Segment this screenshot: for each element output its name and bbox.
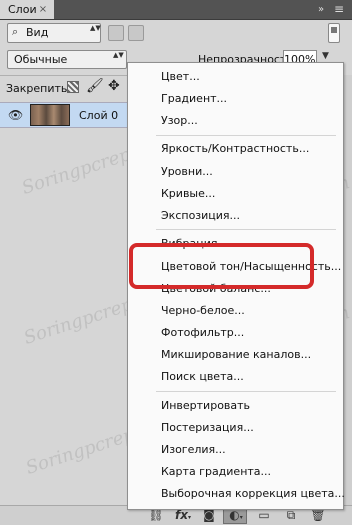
menu-item-threshold[interactable]: Изогелия...	[161, 439, 226, 461]
menu-separator	[156, 391, 336, 392]
chevron-down-icon: ▾	[239, 514, 243, 521]
menu-item-posterize[interactable]: Постеризация...	[161, 417, 254, 439]
menu-item-pattern[interactable]: Узор...	[161, 110, 198, 132]
adjustment-layer-icon[interactable]: ◐▾	[227, 508, 245, 522]
highlight-annotation	[129, 243, 314, 289]
filter-adjustment-icon[interactable]	[128, 25, 144, 41]
chevron-down-icon[interactable]: ▼	[322, 51, 329, 61]
menu-item-black-white[interactable]: Черно-белое...	[161, 300, 245, 322]
mask-icon[interactable]: ◙	[200, 508, 218, 522]
menu-item-color-lookup[interactable]: Поиск цвета...	[161, 366, 244, 388]
folder-icon[interactable]: ▭	[255, 508, 273, 522]
menu-separator	[156, 229, 336, 230]
menu-separator	[156, 135, 336, 136]
filter-kind-select[interactable]	[7, 23, 101, 43]
scrollbar[interactable]	[343, 75, 352, 505]
filter-kind-label: Вид	[26, 26, 49, 39]
new-layer-icon[interactable]: ⧉	[282, 508, 300, 523]
panel-menu-icon[interactable]: ≡	[330, 0, 348, 19]
menu-item-gradient-map[interactable]: Карта градиента...	[161, 461, 271, 483]
close-icon[interactable]: ×	[36, 0, 50, 19]
layer-thumbnail[interactable]	[30, 104, 70, 126]
menu-item-gradient[interactable]: Градиент...	[161, 88, 227, 110]
select-arrows-icon: ▲▼	[90, 24, 101, 32]
menu-item-brightness-contrast[interactable]: Яркость/Контрастность...	[161, 138, 309, 160]
menu-item-exposure[interactable]: Экспозиция...	[161, 205, 240, 227]
select-arrows-icon: ▲▼	[113, 51, 124, 59]
lock-image-pixels-icon[interactable]: 🖌	[86, 78, 104, 94]
menu-item-levels[interactable]: Уровни...	[161, 161, 213, 183]
eye-icon[interactable]: 👁	[8, 108, 23, 122]
lock-position-icon[interactable]: ✥	[108, 78, 120, 94]
lock-transparent-pixels-icon[interactable]	[67, 81, 79, 93]
lock-label: Закрепить:	[6, 82, 72, 95]
menu-item-invert[interactable]: Инвертировать	[161, 395, 250, 417]
fx-icon[interactable]: fx▾	[174, 508, 192, 522]
filter-pixel-icon[interactable]	[108, 25, 124, 41]
link-icon[interactable]: ⛓	[147, 508, 165, 522]
trash-icon[interactable]: 🗑	[309, 508, 327, 522]
menu-item-selective-color[interactable]: Выборочная коррекция цвета...	[161, 483, 345, 505]
menu-item-channel-mixer[interactable]: Микширование каналов...	[161, 344, 311, 366]
chevron-down-icon: ▾	[187, 514, 191, 521]
blend-mode-value: Обычные	[14, 53, 68, 66]
menu-item-photo-filter[interactable]: Фотофильтр...	[161, 322, 244, 344]
layer-name[interactable]: Слой 0	[79, 109, 118, 122]
menu-item-color[interactable]: Цвет...	[161, 66, 200, 88]
tab-label: Слои	[8, 3, 37, 16]
filter-toggle-icon[interactable]	[328, 23, 340, 43]
search-icon: ⌕	[12, 25, 19, 38]
collapse-icon[interactable]: »	[312, 0, 330, 19]
menu-item-curves[interactable]: Кривые...	[161, 183, 215, 205]
